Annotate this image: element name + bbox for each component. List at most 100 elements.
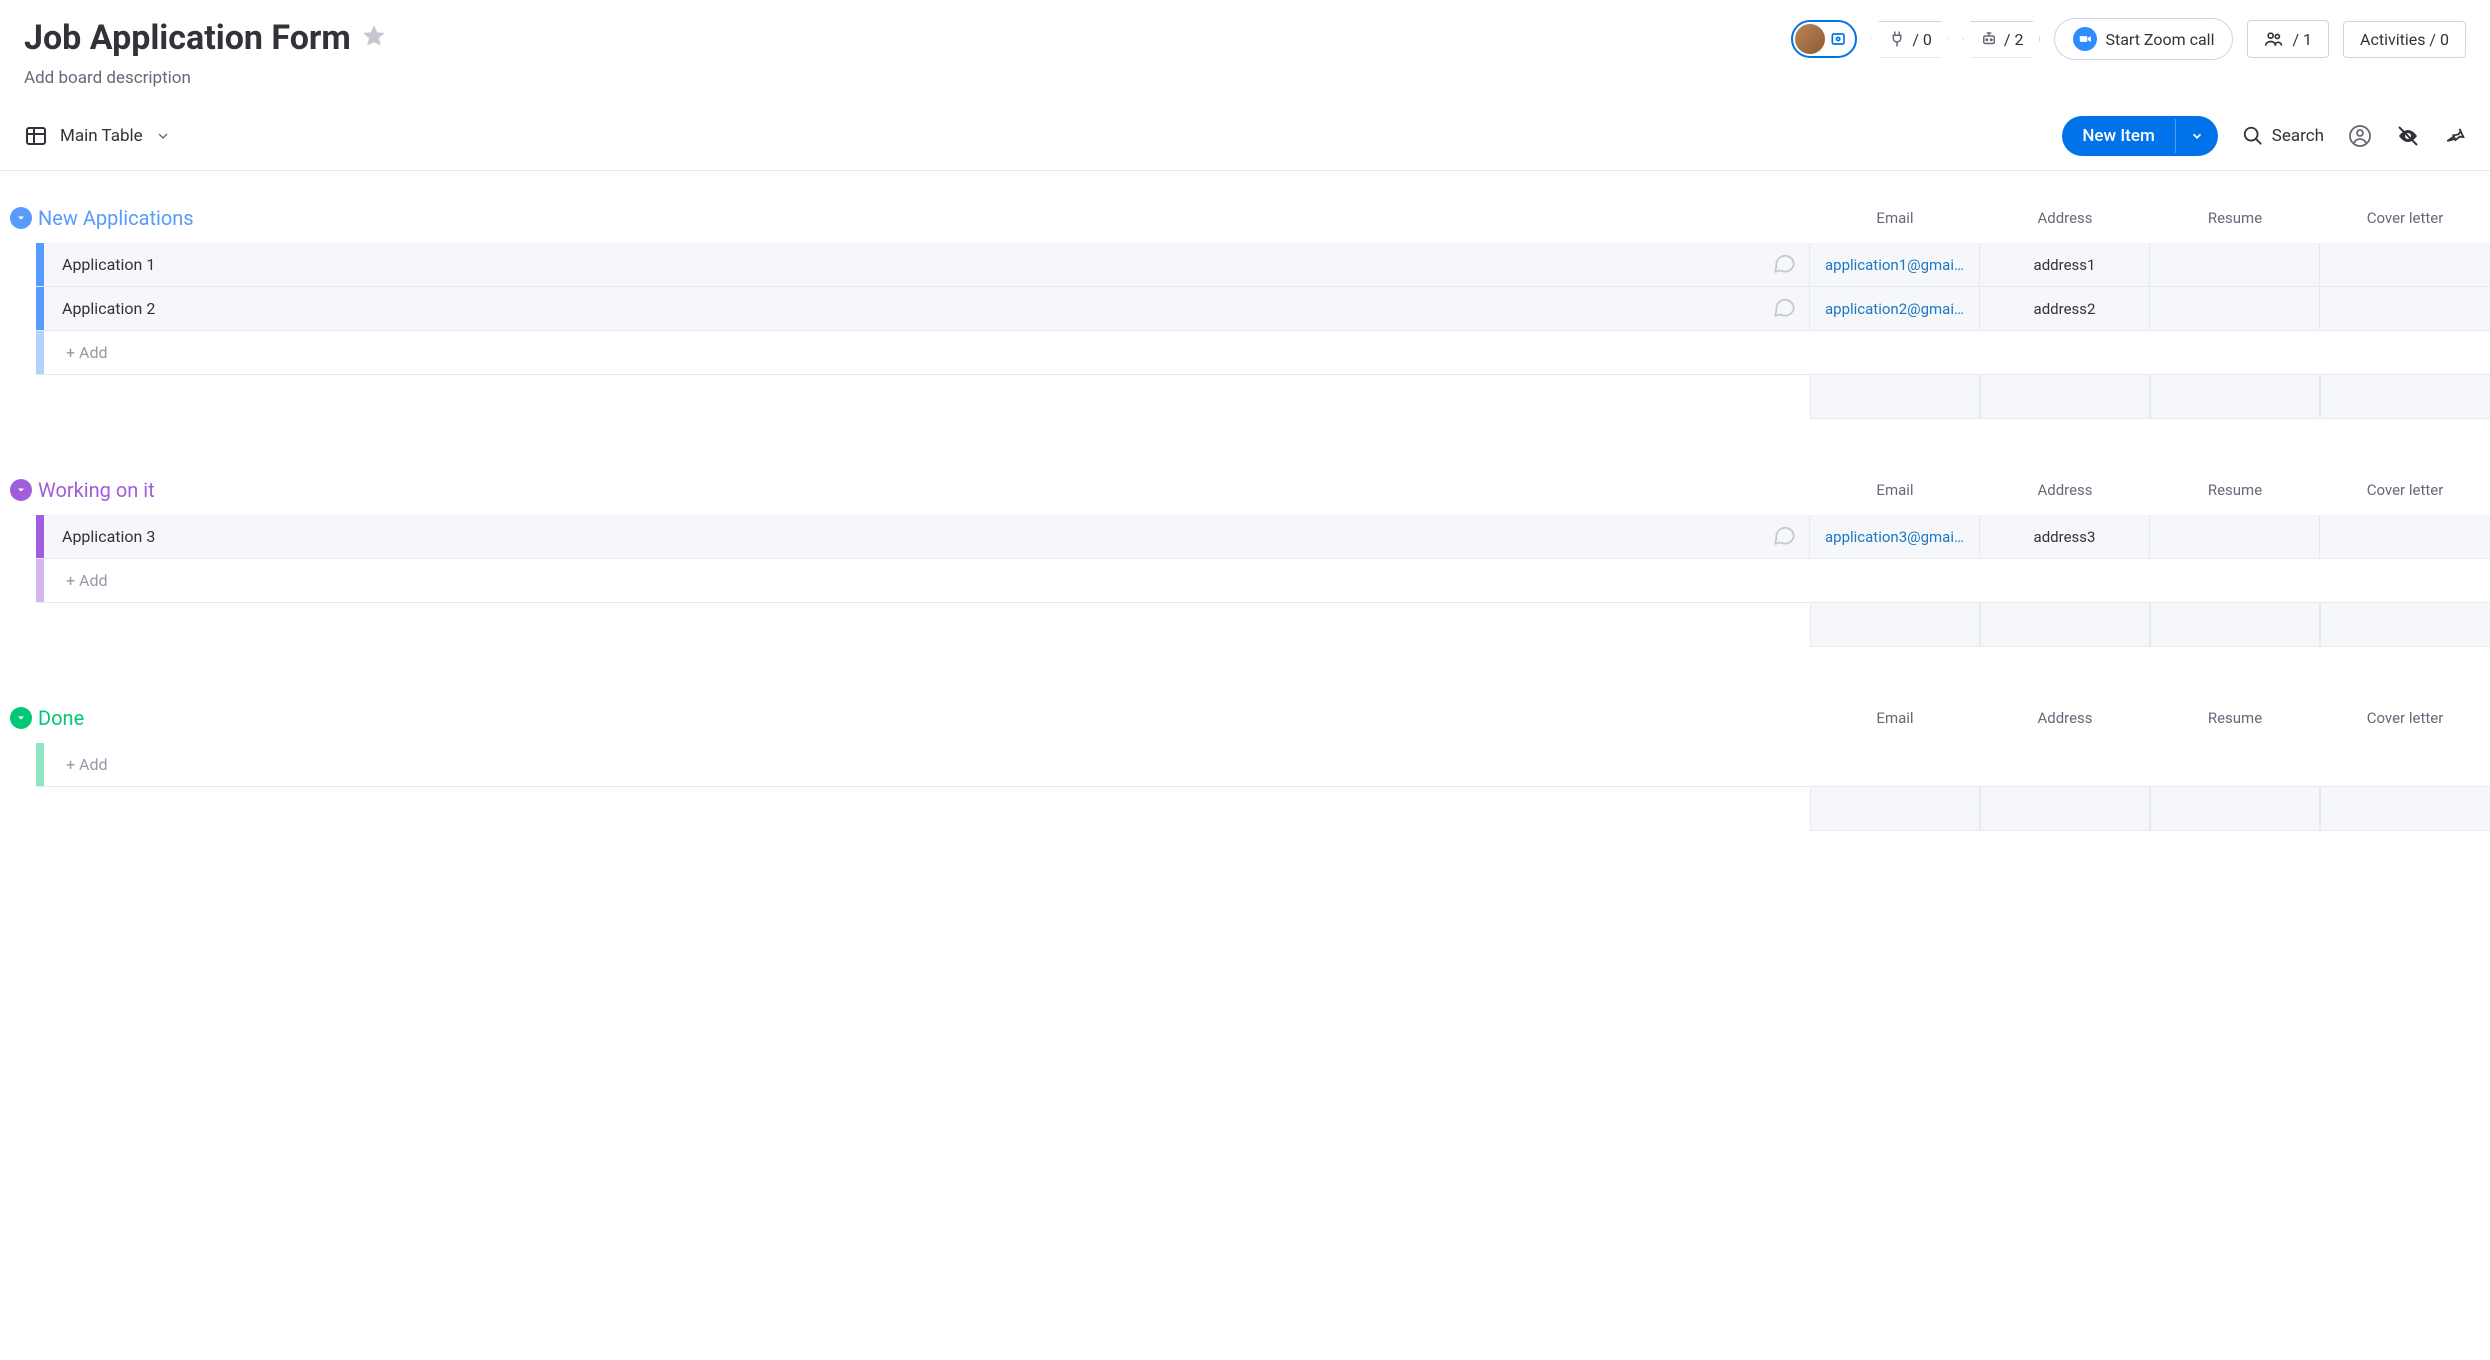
- start-zoom-button[interactable]: Start Zoom call: [2054, 18, 2233, 60]
- resume-cell[interactable]: [2150, 287, 2320, 330]
- collapse-button[interactable]: [10, 479, 32, 501]
- resume-cell[interactable]: [2150, 515, 2320, 558]
- integrations-button[interactable]: / 0: [1871, 21, 1949, 58]
- item-name-cell[interactable]: Application 3: [44, 515, 1810, 558]
- person-filter-button[interactable]: [2348, 124, 2372, 148]
- column-header[interactable]: Email: [1810, 475, 1980, 505]
- summary-row: [36, 375, 2490, 419]
- cover-cell[interactable]: [2320, 243, 2490, 286]
- summary-cell: [1980, 787, 2150, 831]
- add-item-input[interactable]: + Add: [44, 559, 2490, 602]
- add-item-input[interactable]: + Add: [44, 743, 2490, 786]
- item-name-cell[interactable]: Application 1: [44, 243, 1810, 286]
- address-cell[interactable]: address3: [1980, 515, 2150, 558]
- table-row[interactable]: Application 3 application3@gmai… address3: [36, 515, 2490, 559]
- group-title[interactable]: New Applications: [38, 206, 194, 230]
- address-cell[interactable]: address2: [1980, 287, 2150, 330]
- email-value: application3@gmai…: [1825, 528, 1964, 546]
- table-icon: [24, 124, 48, 148]
- column-header[interactable]: Cover letter: [2320, 703, 2490, 733]
- group-header: Done EmailAddressResumeCover letter: [10, 703, 2490, 743]
- collapse-button[interactable]: [10, 207, 32, 229]
- summary-row: [36, 787, 2490, 831]
- search-button[interactable]: Search: [2242, 125, 2324, 147]
- new-item-button[interactable]: New Item: [2062, 116, 2217, 156]
- chevron-down-icon: [155, 128, 171, 144]
- activities-button[interactable]: Activities / 0: [2343, 21, 2466, 58]
- address-cell[interactable]: address1: [1980, 243, 2150, 286]
- board-body: New ApplicationsEmailAddressResumeCover …: [0, 171, 2490, 927]
- cover-cell[interactable]: [2320, 287, 2490, 330]
- add-item-input[interactable]: + Add: [44, 331, 2490, 374]
- address-value: address1: [2034, 256, 2096, 274]
- cover-cell[interactable]: [2320, 515, 2490, 558]
- column-header[interactable]: Address: [1980, 203, 2150, 233]
- chat-icon[interactable]: [1771, 294, 1797, 324]
- column-header[interactable]: Resume: [2150, 475, 2320, 505]
- add-row[interactable]: + Add: [36, 331, 2490, 375]
- column-header[interactable]: Address: [1980, 703, 2150, 733]
- item-name-cell[interactable]: Application 2: [44, 287, 1810, 330]
- chat-icon[interactable]: [1771, 522, 1797, 552]
- row-color-bar: [36, 559, 44, 602]
- summary-cell: [2320, 375, 2490, 419]
- add-row[interactable]: + Add: [36, 743, 2490, 787]
- members-button[interactable]: / 1: [2247, 20, 2329, 58]
- summary-cell: [1980, 375, 2150, 419]
- view-label: Main Table: [60, 126, 143, 146]
- address-value: address3: [2034, 528, 2096, 546]
- new-item-label: New Item: [2062, 116, 2174, 156]
- column-header[interactable]: Resume: [2150, 203, 2320, 233]
- email-value: application1@gmai…: [1825, 256, 1964, 274]
- email-cell[interactable]: application3@gmai…: [1810, 515, 1980, 558]
- email-cell[interactable]: application2@gmai…: [1810, 287, 1980, 330]
- plug-icon: [1888, 30, 1906, 48]
- chat-icon[interactable]: [1771, 250, 1797, 280]
- board-header: Job Application Form Add board descripti…: [0, 0, 2490, 96]
- group: Working on it EmailAddressResumeCover let…: [0, 475, 2490, 647]
- view-switcher[interactable]: Main Table: [24, 124, 171, 148]
- zoom-icon: [2073, 27, 2097, 51]
- pin-icon: [2444, 125, 2466, 147]
- row-color-bar: [36, 331, 44, 374]
- column-header[interactable]: Resume: [2150, 703, 2320, 733]
- board-subheader: Main Table New Item Search: [0, 96, 2490, 171]
- members-count: / 1: [2292, 30, 2312, 49]
- new-item-dropdown[interactable]: [2175, 119, 2218, 153]
- collapse-button[interactable]: [10, 707, 32, 729]
- summary-cell: [2320, 787, 2490, 831]
- integrations-count: / 0: [1912, 30, 1932, 49]
- automations-button[interactable]: / 2: [1963, 21, 2041, 58]
- column-header[interactable]: Address: [1980, 475, 2150, 505]
- automations-count: / 2: [2004, 30, 2024, 49]
- email-value: application2@gmai…: [1825, 300, 1964, 318]
- group-title[interactable]: Working on it: [38, 478, 155, 502]
- table-row[interactable]: Application 2 application2@gmai… address2: [36, 287, 2490, 331]
- star-icon[interactable]: [361, 23, 387, 53]
- chevron-down-icon: [2190, 129, 2204, 143]
- last-seen-avatar[interactable]: [1791, 20, 1857, 58]
- pin-button[interactable]: [2444, 125, 2466, 147]
- column-header[interactable]: Cover letter: [2320, 203, 2490, 233]
- item-name: Application 1: [62, 255, 155, 274]
- board-description[interactable]: Add board description: [24, 68, 387, 88]
- people-icon: [2264, 29, 2284, 49]
- summary-cell: [2320, 603, 2490, 647]
- column-header[interactable]: Email: [1810, 703, 1980, 733]
- board-title[interactable]: Job Application Form: [24, 18, 351, 58]
- column-header[interactable]: Email: [1810, 203, 1980, 233]
- email-cell[interactable]: application1@gmai…: [1810, 243, 1980, 286]
- table-row[interactable]: Application 1 application1@gmai… address1: [36, 243, 2490, 287]
- add-row[interactable]: + Add: [36, 559, 2490, 603]
- summary-cell: [1810, 603, 1980, 647]
- robot-icon: [1980, 30, 1998, 48]
- group-title[interactable]: Done: [38, 706, 84, 730]
- activities-label: Activities / 0: [2360, 30, 2449, 49]
- zoom-label: Start Zoom call: [2105, 30, 2214, 49]
- summary-cell: [1810, 787, 1980, 831]
- person-icon: [2348, 124, 2372, 148]
- group-header: Working on it EmailAddressResumeCover let…: [10, 475, 2490, 515]
- column-header[interactable]: Cover letter: [2320, 475, 2490, 505]
- hide-columns-button[interactable]: [2396, 124, 2420, 148]
- resume-cell[interactable]: [2150, 243, 2320, 286]
